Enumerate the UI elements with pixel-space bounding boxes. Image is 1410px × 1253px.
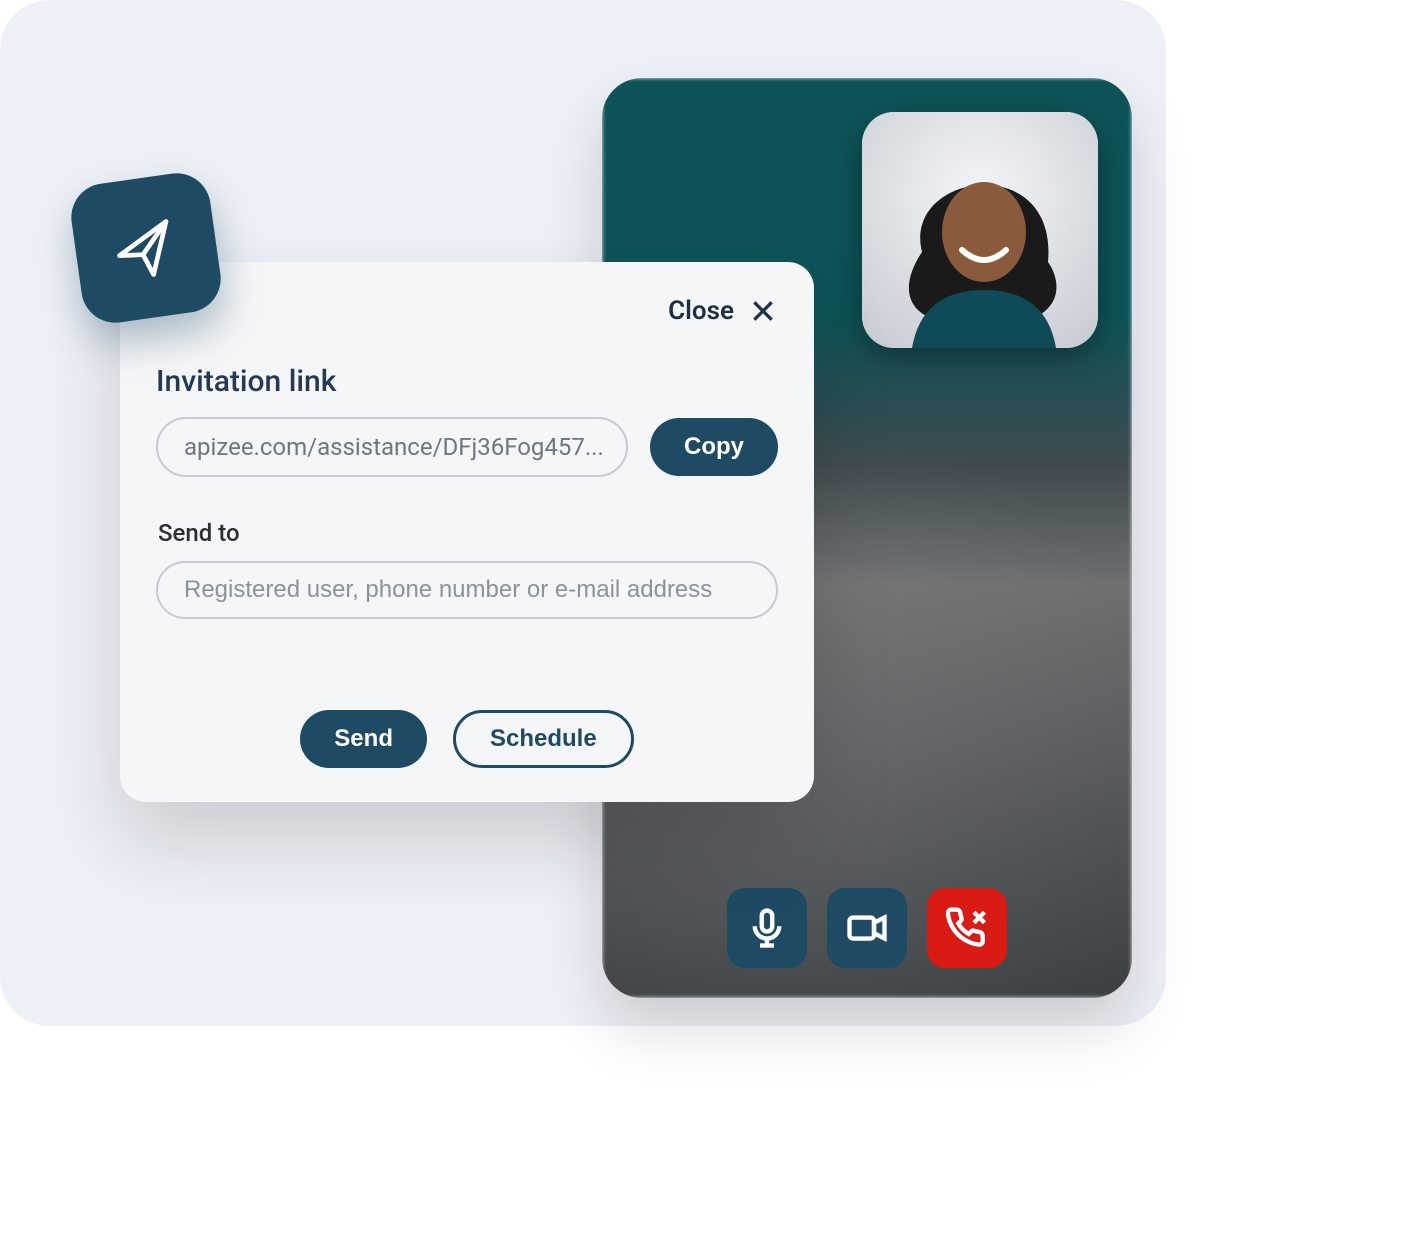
modal-actions: Send Schedule — [156, 710, 778, 768]
invitation-link-field[interactable]: apizee.com/assistance/DFj36Fog457... — [156, 417, 628, 477]
call-controls — [602, 888, 1132, 968]
camera-icon — [846, 907, 888, 949]
modal-title: Invitation link — [156, 364, 778, 399]
invitation-modal: Close Invitation link apizee.com/assista… — [120, 262, 814, 802]
send-to-label: Send to — [158, 519, 778, 547]
hangup-button[interactable] — [927, 888, 1007, 968]
close-label: Close — [668, 296, 734, 326]
mic-toggle-button[interactable] — [727, 888, 807, 968]
invitation-link-row: apizee.com/assistance/DFj36Fog457... Cop… — [156, 417, 778, 477]
close-button[interactable]: Close — [666, 292, 778, 330]
camera-toggle-button[interactable] — [827, 888, 907, 968]
send-button[interactable]: Send — [300, 710, 427, 768]
hangup-icon — [946, 907, 988, 949]
copy-button[interactable]: Copy — [650, 418, 778, 476]
avatar — [862, 112, 1098, 348]
close-icon — [750, 298, 776, 324]
canvas-background: Close Invitation link apizee.com/assista… — [0, 0, 1166, 1026]
paper-plane-icon — [102, 204, 190, 292]
send-to-input[interactable] — [156, 561, 778, 619]
microphone-icon — [746, 907, 788, 949]
send-badge — [67, 169, 225, 327]
self-view-pip[interactable] — [862, 112, 1098, 348]
schedule-button[interactable]: Schedule — [453, 710, 634, 768]
